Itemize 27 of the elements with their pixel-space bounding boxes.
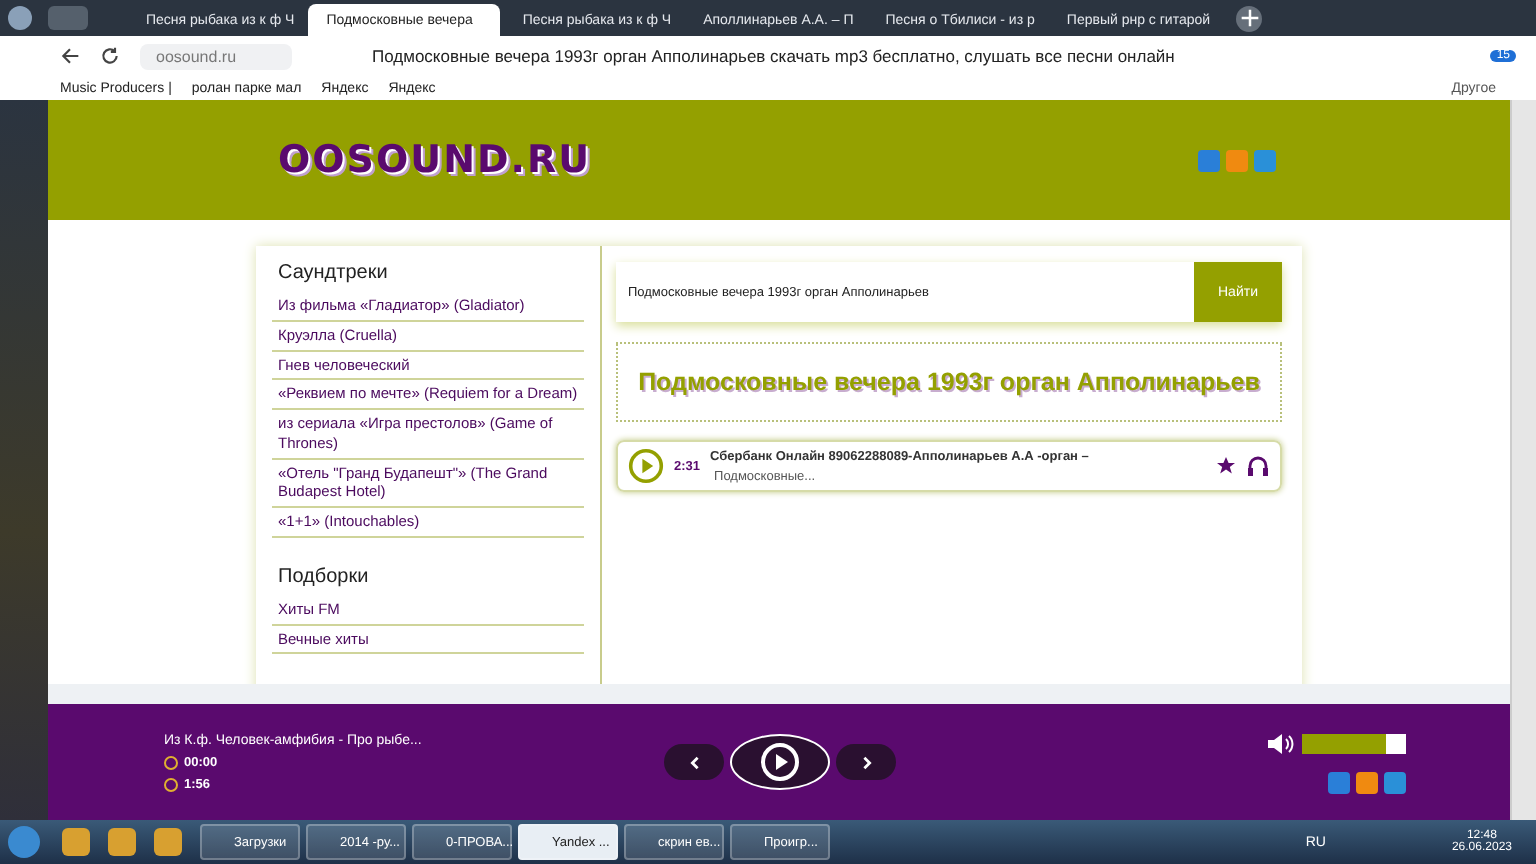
site-logo[interactable]: OOSOUND.RU: [278, 138, 592, 182]
caret-left-icon: [687, 755, 701, 769]
profile-icon[interactable]: [8, 6, 32, 30]
page-title: Подмосковные вечера 1993г орган Апполинарьев скачать mp3 бесплатно, слушать все песни онлайн: [372, 46, 1175, 66]
new-tab-icon[interactable]: [1236, 5, 1263, 31]
section-heading: Подборки: [278, 565, 371, 588]
section-heading: Саундтреки: [278, 262, 390, 284]
star-icon[interactable]: [1216, 456, 1236, 476]
app-icon[interactable]: [154, 828, 182, 856]
back-icon[interactable]: [60, 46, 80, 66]
app-icon[interactable]: [108, 828, 136, 856]
page-heading: Подмосковные вечера 1993г орган Апполинарьев: [616, 342, 1282, 422]
speaker-icon[interactable]: [1266, 731, 1294, 755]
headphones-icon[interactable]: [1246, 454, 1270, 478]
address-field[interactable]: oosound.ru: [140, 43, 292, 69]
play-icon[interactable]: [628, 448, 664, 484]
play-icon: [760, 742, 800, 782]
scrollbar[interactable]: [1510, 100, 1536, 820]
next-button[interactable]: [836, 744, 896, 780]
app-icon[interactable]: [62, 828, 90, 856]
caret-right-icon: [859, 755, 873, 769]
play-button[interactable]: [730, 734, 830, 790]
tabs-menu-button[interactable]: [48, 6, 88, 30]
previous-button[interactable]: [664, 744, 724, 780]
start-icon[interactable]: [8, 826, 40, 858]
reload-icon[interactable]: [100, 46, 120, 66]
volume-slider[interactable]: [1302, 733, 1406, 753]
